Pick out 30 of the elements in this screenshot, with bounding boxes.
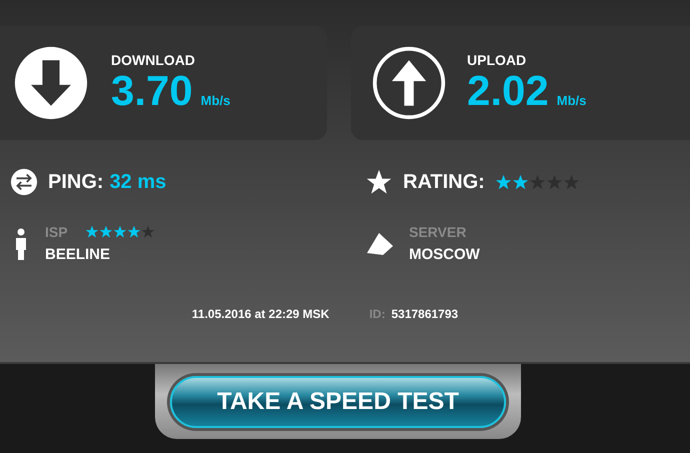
ping-label: PING:	[48, 170, 104, 194]
star-icon	[494, 174, 512, 190]
server-icon	[365, 230, 395, 256]
star-icon	[112, 225, 127, 239]
star-icon	[562, 174, 580, 190]
server-label: SERVER	[409, 224, 468, 240]
test-id: 5317861793	[391, 307, 458, 321]
ping-icon	[10, 168, 38, 196]
person-icon	[14, 228, 28, 260]
star-icon	[126, 225, 141, 239]
speed-unit: Mb/s	[556, 93, 586, 108]
ping-value: 32 ms	[110, 170, 166, 194]
speed-unit: Mb/s	[200, 93, 230, 108]
result-label: DOWNLOAD	[111, 52, 196, 68]
server-name: MOSCOW	[409, 246, 480, 263]
star-icon	[140, 225, 155, 239]
star-icon	[98, 225, 113, 239]
speed-value: 3.70	[111, 68, 193, 114]
result-label: UPLOAD	[467, 52, 528, 68]
star-icon	[546, 174, 563, 190]
speed-test-button[interactable]: TAKE A SPEED TEST	[170, 376, 506, 428]
isp-name: BEELINE	[45, 246, 112, 263]
test-date: 11.05.2016 at 22:29 MSK	[192, 307, 330, 321]
star-icon	[365, 168, 393, 196]
speed-value: 2.02	[467, 68, 549, 114]
isp-label: ISP	[45, 224, 68, 240]
star-icon	[512, 174, 529, 190]
star-icon	[528, 174, 546, 190]
rating-label: RATING:	[403, 170, 485, 194]
star-icon	[84, 225, 99, 239]
